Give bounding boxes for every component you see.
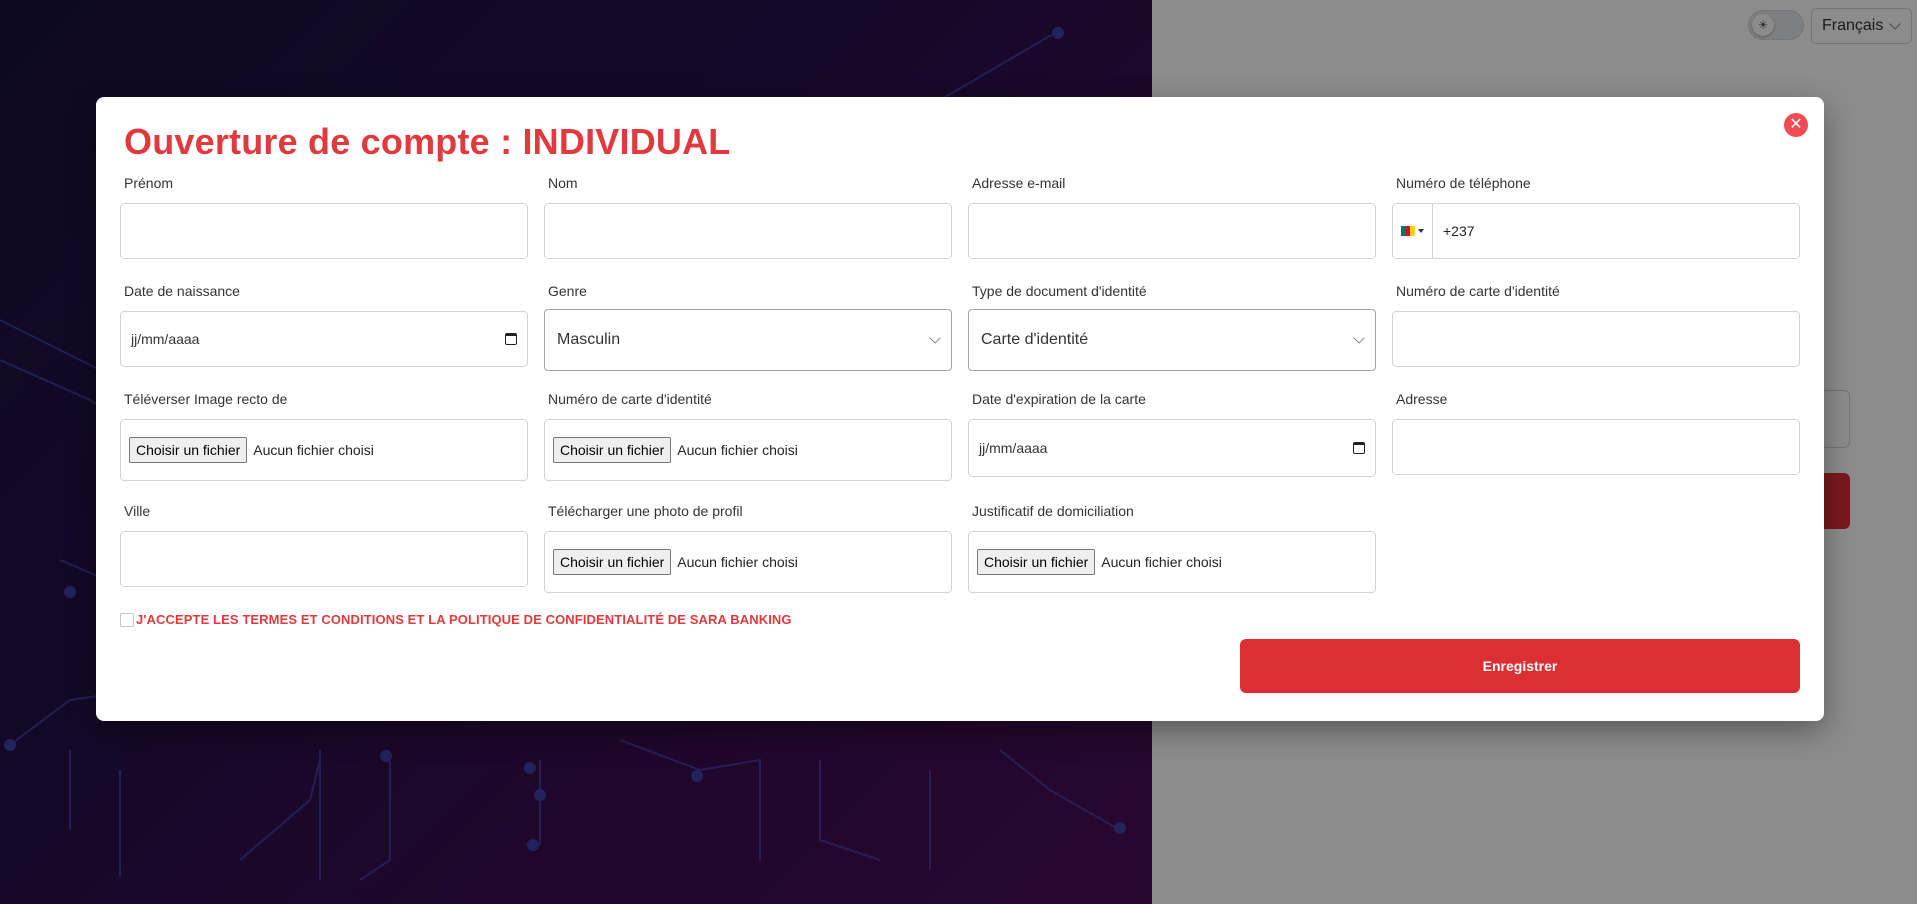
birthdate-input[interactable]: jj/mm/aaaa: [120, 311, 528, 367]
choose-file-button[interactable]: Choisir un fichier: [977, 549, 1096, 575]
chevron-down-icon: [1353, 332, 1365, 344]
calendar-icon[interactable]: [505, 333, 517, 345]
calendar-icon[interactable]: [1353, 442, 1365, 454]
terms-text[interactable]: J'ACCEPTE LES TERMES ET CONDITIONS ET LA…: [136, 612, 792, 627]
id-card-upload-input[interactable]: Choisir un fichier Aucun fichier choisi: [544, 419, 952, 481]
genre-value: Masculin: [557, 331, 621, 348]
genre-label: Genre: [548, 283, 587, 299]
chevron-down-icon: [929, 332, 941, 344]
file-status: Aucun fichier choisi: [1101, 554, 1222, 570]
id-number-input[interactable]: [1392, 311, 1800, 367]
profile-photo-input[interactable]: Choisir un fichier Aucun fichier choisi: [544, 531, 952, 593]
choose-file-button[interactable]: Choisir un fichier: [129, 437, 248, 463]
expiry-label: Date d'expiration de la carte: [972, 391, 1146, 407]
doc-type-select[interactable]: Carte d'identité: [968, 309, 1376, 371]
modal-title: Ouverture de compte : INDIVIDUAL: [124, 121, 731, 162]
id-card-upload-label: Numéro de carte d'identité: [548, 391, 712, 407]
phone-label: Numéro de téléphone: [1396, 175, 1531, 191]
address-label: Adresse: [1396, 391, 1448, 407]
submit-button[interactable]: Enregistrer: [1240, 639, 1800, 693]
choose-file-button[interactable]: Choisir un fichier: [553, 549, 672, 575]
email-label: Adresse e-mail: [972, 175, 1066, 191]
genre-select[interactable]: Masculin: [544, 309, 952, 371]
file-status: Aucun fichier choisi: [253, 442, 374, 458]
country-selector[interactable]: [1393, 204, 1433, 258]
nom-label: Nom: [548, 175, 578, 191]
city-input[interactable]: [120, 531, 528, 587]
expiry-placeholder: jj/mm/aaaa: [979, 440, 1048, 456]
file-status: Aucun fichier choisi: [677, 442, 798, 458]
nom-input[interactable]: [544, 203, 952, 259]
doc-type-label: Type de document d'identité: [972, 283, 1147, 299]
birthdate-label: Date de naissance: [124, 283, 240, 299]
upload-front-input[interactable]: Choisir un fichier Aucun fichier choisi: [120, 419, 528, 481]
proof-address-label: Justificatif de domiciliation: [972, 503, 1134, 519]
expiry-input[interactable]: jj/mm/aaaa: [968, 419, 1376, 477]
choose-file-button[interactable]: Choisir un fichier: [553, 437, 672, 463]
terms-checkbox[interactable]: [120, 612, 134, 627]
account-opening-modal: Ouverture de compte : INDIVIDUAL ✕ Préno…: [96, 97, 1824, 721]
caret-down-icon: [1418, 229, 1424, 233]
email-input[interactable]: [968, 203, 1376, 259]
profile-photo-label: Télécharger une photo de profil: [548, 503, 743, 519]
close-icon[interactable]: ✕: [1784, 113, 1808, 137]
phone-code: +237: [1443, 223, 1475, 239]
proof-address-input[interactable]: Choisir un fichier Aucun fichier choisi: [968, 531, 1376, 593]
phone-input[interactable]: +237: [1392, 203, 1800, 259]
city-label: Ville: [124, 503, 151, 519]
prenom-input[interactable]: [120, 203, 528, 259]
terms-row: J'ACCEPTE LES TERMES ET CONDITIONS ET LA…: [120, 612, 792, 627]
prenom-label: Prénom: [124, 175, 174, 191]
file-status: Aucun fichier choisi: [677, 554, 798, 570]
doc-type-value: Carte d'identité: [981, 331, 1089, 348]
birthdate-placeholder: jj/mm/aaaa: [131, 331, 200, 347]
cameroon-flag-icon: [1401, 226, 1416, 236]
id-number-label: Numéro de carte d'identité: [1396, 283, 1560, 299]
address-input[interactable]: [1392, 419, 1800, 475]
upload-front-label: Téléverser Image recto de: [124, 391, 288, 407]
